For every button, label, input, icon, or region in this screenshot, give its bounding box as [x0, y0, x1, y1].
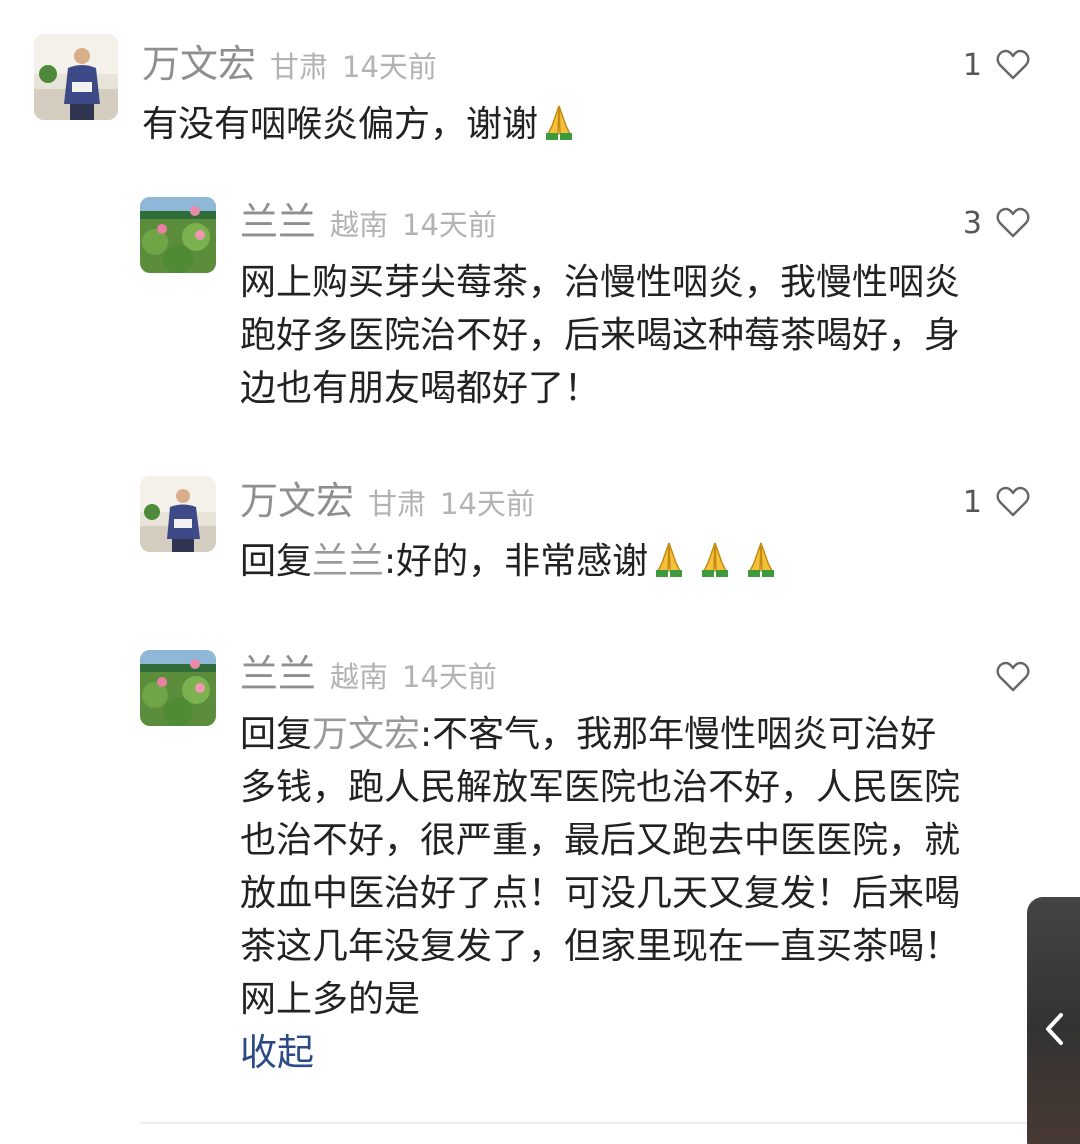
- comment-text: 回复万文宏:不客气，我那年慢性咽炎可治好 多钱，跑人民解放军医院也治不好，人民医…: [240, 714, 961, 1020]
- location: 甘肃: [368, 487, 427, 521]
- avatar-lotus[interactable]: [140, 197, 216, 273]
- like-button[interactable]: 3: [930, 203, 1030, 243]
- reply-mention[interactable]: 万文宏: [312, 714, 420, 755]
- timestamp: 14天前: [402, 208, 497, 242]
- divider: [140, 1122, 1027, 1124]
- like-button[interactable]: 1: [930, 482, 1030, 522]
- side-panel-handle[interactable]: [1027, 897, 1080, 1144]
- like-count: 1: [962, 484, 982, 520]
- location: 越南: [330, 660, 389, 694]
- like-button[interactable]: 1: [930, 45, 1030, 85]
- heart-outline-icon: [996, 661, 1030, 692]
- username[interactable]: 万文宏: [142, 42, 256, 86]
- timestamp: 14天前: [342, 50, 437, 84]
- avatar-lotus[interactable]: [140, 650, 216, 726]
- comment-text: 网上购买芽尖莓茶，治慢性咽炎，我慢性咽炎 跑好多医院治不好，后来喝这种莓茶喝好，…: [240, 262, 961, 409]
- like-button[interactable]: [930, 657, 1030, 697]
- reply-mention[interactable]: 兰兰: [312, 541, 384, 582]
- like-count: 3: [962, 205, 982, 241]
- comment-text: 有没有咽喉炎偏方，谢谢: [142, 98, 1002, 151]
- timestamp: 14天前: [402, 660, 497, 694]
- comment-meta: 万文宏 甘肃 14天前: [142, 45, 437, 83]
- heart-outline-icon: [996, 486, 1030, 517]
- folded-hands-emoji: [656, 542, 683, 577]
- collapse-link[interactable]: 收起: [240, 1034, 314, 1071]
- comment-meta: 兰兰 越南 14天前: [240, 203, 497, 241]
- avatar-man[interactable]: [34, 34, 118, 120]
- comment-text: 回复兰兰:好的，非常感谢: [240, 535, 1040, 588]
- location: 甘肃: [270, 50, 329, 84]
- username[interactable]: 兰兰: [240, 652, 316, 696]
- heart-outline-icon: [996, 49, 1030, 80]
- timestamp: 14天前: [440, 487, 535, 521]
- folded-hands-emoji: [702, 542, 729, 577]
- folded-hands-emoji: [748, 542, 775, 577]
- chevron-left-icon: [1046, 1013, 1063, 1045]
- comment-meta: 兰兰 越南 14天前: [240, 655, 497, 693]
- username[interactable]: 兰兰: [240, 200, 316, 244]
- location: 越南: [330, 208, 389, 242]
- like-count: 1: [962, 47, 982, 83]
- username[interactable]: 万文宏: [240, 479, 354, 523]
- avatar-man[interactable]: [140, 476, 216, 552]
- heart-outline-icon: [996, 207, 1030, 238]
- folded-hands-emoji: [546, 105, 573, 140]
- comment-meta: 万文宏 甘肃 14天前: [240, 482, 535, 520]
